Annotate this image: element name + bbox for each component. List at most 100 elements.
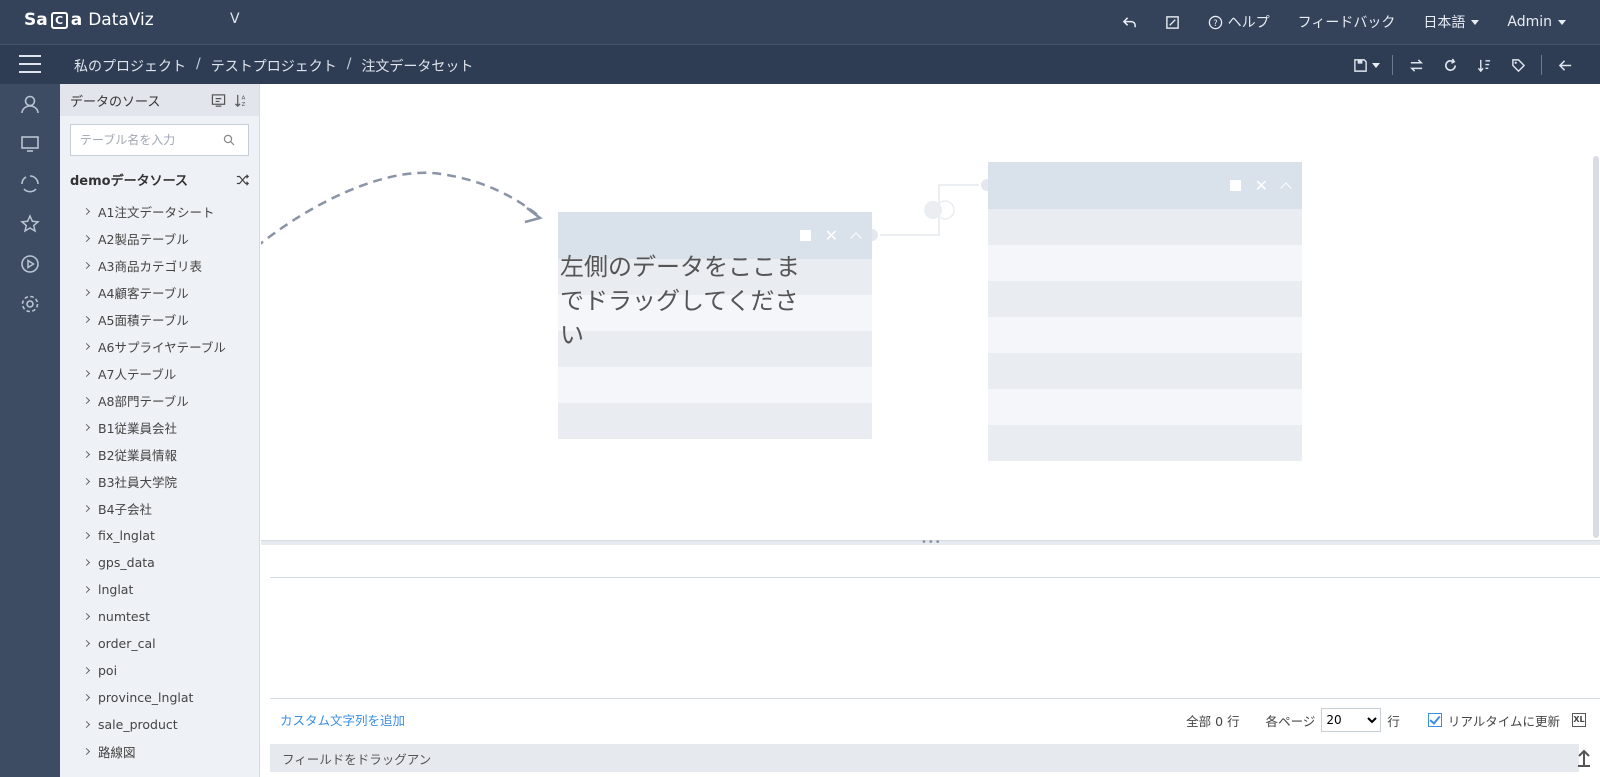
field-drop-bar[interactable]: フィールドをドラッグアン <box>270 744 1579 772</box>
logo-product: DataViz <box>88 10 154 30</box>
back-arrow-icon <box>1558 59 1571 71</box>
table-card-row <box>558 367 872 403</box>
save-dropdown-button[interactable] <box>1346 45 1386 85</box>
monitor-icon <box>21 136 39 152</box>
datasource-name[interactable]: demoデータソース <box>70 170 188 189</box>
close-icon[interactable]: ✕ <box>825 227 838 244</box>
table-tree-item[interactable]: sale_product <box>60 711 260 738</box>
table-tree: A1注文データシート A2製品テーブル A3商品カテゴリ表 A4顧客テーブル A… <box>60 198 260 765</box>
shuffle-icon[interactable] <box>236 173 250 187</box>
table-tree-item[interactable]: A4顧客テーブル <box>60 279 260 306</box>
realtime-update-label: リアルタイムに更新 <box>1447 713 1560 729</box>
chevron-right-icon <box>82 720 91 729</box>
table-tree-item[interactable]: gps_data <box>60 549 260 576</box>
chevron-right-icon <box>82 477 91 486</box>
table-tree-item[interactable]: B4子会社 <box>60 495 260 522</box>
chevron-right-icon <box>82 450 91 459</box>
feedback-link[interactable]: フィードバック <box>1284 0 1410 44</box>
excel-export-icon[interactable]: XL <box>1572 713 1586 727</box>
table-tree-item[interactable]: order_cal <box>60 630 260 657</box>
svg-text:Z: Z <box>242 102 246 108</box>
table-name: A1注文データシート <box>98 205 215 220</box>
table-tree-item[interactable]: A3商品カテゴリ表 <box>60 252 260 279</box>
search-icon[interactable] <box>223 134 235 146</box>
table-name: B3社員大学院 <box>98 475 178 490</box>
app-logo[interactable]: Sa Ca DataViz <box>24 10 154 30</box>
table-tree-item[interactable]: A1注文データシート <box>60 198 260 225</box>
maximize-icon[interactable] <box>799 230 811 241</box>
table-tree-item[interactable]: lnglat <box>60 576 260 603</box>
table-tree-item[interactable]: A7人テーブル <box>60 360 260 387</box>
chevron-right-icon <box>82 396 91 405</box>
chevron-right-icon <box>82 504 91 513</box>
table-card-row <box>988 389 1302 425</box>
chevron-right-icon <box>82 585 91 594</box>
breadcrumb-item-test-project[interactable]: テストプロジェクト <box>211 56 337 76</box>
help-button[interactable]: ? ヘルプ <box>1194 0 1284 44</box>
total-rows-label: 全部 0 行 <box>1186 713 1240 729</box>
close-icon[interactable]: ✕ <box>1255 177 1268 194</box>
table-name: A5面積テーブル <box>98 313 189 328</box>
datasource-header: demoデータソース <box>70 170 250 189</box>
table-tree-item[interactable]: B2従業員情報 <box>60 441 260 468</box>
chevron-right-icon <box>82 666 91 675</box>
chevron-right-icon <box>82 369 91 378</box>
rail-item-play[interactable] <box>0 244 60 284</box>
collapse-icon[interactable] <box>850 231 862 244</box>
edit-button[interactable] <box>1151 0 1194 44</box>
collapse-icon[interactable] <box>1280 181 1292 194</box>
preview-icon[interactable] <box>211 93 226 108</box>
swap-button[interactable] <box>1399 45 1433 85</box>
refresh-button[interactable] <box>1433 45 1467 85</box>
maximize-icon[interactable] <box>1229 180 1241 191</box>
undo-button[interactable] <box>1108 0 1151 44</box>
table-search-box <box>70 124 249 156</box>
canvas-scrollbar[interactable] <box>1593 156 1599 538</box>
drop-hint-text: 左側のデータをここまでドラッグしてください <box>560 253 800 349</box>
tag-button[interactable] <box>1501 45 1535 85</box>
join-canvas[interactable]: ✕ 左側のデータをここまでドラッグしてください ✕ <box>261 84 1600 540</box>
toolbar-divider <box>1541 55 1542 75</box>
rail-item-user[interactable] <box>0 84 60 124</box>
table-card-row <box>558 403 872 439</box>
table-tree-item[interactable]: 路線図 <box>60 738 260 765</box>
rail-item-settings[interactable] <box>0 284 60 324</box>
chevron-right-icon <box>82 639 91 648</box>
chevron-right-icon <box>82 315 91 324</box>
table-tree-item[interactable]: A2製品テーブル <box>60 225 260 252</box>
table-name: A3商品カテゴリ表 <box>98 259 203 274</box>
menu-toggle-icon[interactable] <box>19 55 41 73</box>
icon-rail <box>0 84 60 777</box>
table-card-row <box>988 245 1302 281</box>
table-tree-item[interactable]: poi <box>60 657 260 684</box>
undo-icon <box>1122 16 1136 27</box>
per-page-select[interactable]: 20 <box>1321 708 1382 732</box>
table-tree-item[interactable]: numtest <box>60 603 260 630</box>
chevron-right-icon <box>82 288 91 297</box>
settings-icon <box>21 295 39 313</box>
sort-button[interactable] <box>1467 45 1501 85</box>
realtime-update-checkbox[interactable] <box>1427 713 1442 727</box>
rail-item-cycle[interactable] <box>0 164 60 204</box>
table-search-input[interactable] <box>71 126 221 154</box>
table-tree-item[interactable]: fix_lnglat <box>60 522 260 549</box>
upload-arrow-icon[interactable] <box>1576 748 1592 768</box>
table-card-row <box>988 425 1302 461</box>
add-custom-column-link[interactable]: カスタム文字列を追加 <box>280 710 405 729</box>
table-name: A6サプライヤテーブル <box>98 340 226 355</box>
table-tree-item[interactable]: A5面積テーブル <box>60 306 260 333</box>
table-name: fix_lnglat <box>98 528 155 543</box>
table-tree-item[interactable]: B1従業員会社 <box>60 414 260 441</box>
table-tree-item[interactable]: B3社員大学院 <box>60 468 260 495</box>
language-dropdown[interactable]: 日本語 <box>1409 0 1493 44</box>
table-tree-item[interactable]: A6サプライヤテーブル <box>60 333 260 360</box>
table-tree-item[interactable]: province_lnglat <box>60 684 260 711</box>
table-tree-item[interactable]: A8部門テーブル <box>60 387 260 414</box>
rail-item-favorites[interactable] <box>0 204 60 244</box>
back-button[interactable] <box>1548 45 1582 85</box>
rail-item-monitor[interactable] <box>0 124 60 164</box>
breadcrumb-item-projects[interactable]: 私のプロジェクト <box>74 56 186 76</box>
joined-table-placeholder[interactable]: ✕ <box>988 162 1302 461</box>
sort-alpha-icon[interactable]: AZ <box>234 93 249 108</box>
user-menu[interactable]: Admin <box>1493 0 1580 44</box>
